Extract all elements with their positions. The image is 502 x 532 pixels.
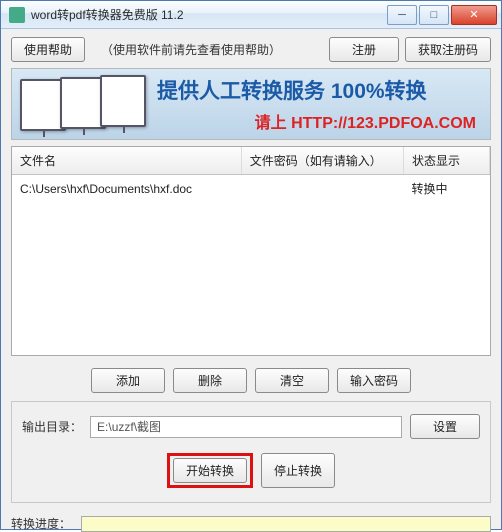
maximize-button[interactable]: □ (419, 5, 449, 25)
banner-graphic (12, 69, 157, 139)
progress-label: 转换进度： (11, 515, 71, 532)
col-header-file[interactable]: 文件名 (12, 147, 241, 175)
app-window: word转pdf转换器免费版 11.2 ─ □ ✕ 使用帮助 （使用软件前请先查… (0, 0, 502, 530)
cell-status: 转换中 (404, 175, 490, 203)
app-icon (9, 7, 25, 23)
input-password-button[interactable]: 输入密码 (337, 368, 411, 393)
output-path-input[interactable] (90, 416, 402, 438)
banner-title: 提供人工转换服务 100%转换 (157, 75, 482, 105)
output-group: 输出目录： 设置 开始转换 停止转换 (11, 401, 491, 503)
top-toolbar: 使用帮助 （使用软件前请先查看使用帮助） 注册 获取注册码 (11, 37, 491, 62)
register-button[interactable]: 注册 (329, 37, 399, 62)
help-button[interactable]: 使用帮助 (11, 37, 85, 62)
delete-button[interactable]: 删除 (173, 368, 247, 393)
start-highlight: 开始转换 (167, 453, 253, 488)
clear-button[interactable]: 清空 (255, 368, 329, 393)
file-table: 文件名 文件密码（如有请输入） 状态显示 C:\Users\hxf\Docume… (12, 147, 490, 202)
stop-button[interactable]: 停止转换 (261, 453, 335, 488)
banner-text: 提供人工转换服务 100%转换 请上 HTTP://123.PDFOA.COM (157, 69, 490, 139)
get-code-button[interactable]: 获取注册码 (405, 37, 491, 62)
whiteboard-icon (100, 75, 146, 127)
start-button[interactable]: 开始转换 (173, 458, 247, 483)
close-button[interactable]: ✕ (451, 5, 497, 25)
titlebar[interactable]: word转pdf转换器免费版 11.2 ─ □ ✕ (1, 1, 501, 29)
cell-file: C:\Users\hxf\Documents\hxf.doc (12, 175, 241, 203)
banner-sub-prefix: 请上 (255, 115, 291, 132)
output-label: 输出目录： (22, 418, 82, 435)
progress-bar (81, 516, 491, 532)
window-controls: ─ □ ✕ (387, 5, 497, 25)
settings-button[interactable]: 设置 (410, 414, 480, 439)
col-header-status[interactable]: 状态显示 (404, 147, 490, 175)
add-button[interactable]: 添加 (91, 368, 165, 393)
banner-url[interactable]: HTTP://123.PDFOA.COM (291, 115, 476, 132)
table-row[interactable]: C:\Users\hxf\Documents\hxf.doc 转换中 (12, 175, 490, 203)
cell-password (241, 175, 403, 203)
col-header-password[interactable]: 文件密码（如有请输入） (241, 147, 403, 175)
output-row: 输出目录： 设置 (22, 414, 480, 439)
progress-row: 转换进度： (11, 515, 491, 532)
file-table-container: 文件名 文件密码（如有请输入） 状态显示 C:\Users\hxf\Docume… (11, 146, 491, 356)
usage-hint: （使用软件前请先查看使用帮助） (91, 41, 323, 58)
promo-banner: 提供人工转换服务 100%转换 请上 HTTP://123.PDFOA.COM (11, 68, 491, 140)
minimize-button[interactable]: ─ (387, 5, 417, 25)
file-actions: 添加 删除 清空 输入密码 (11, 368, 491, 393)
window-title: word转pdf转换器免费版 11.2 (31, 6, 387, 23)
convert-actions: 开始转换 停止转换 (22, 453, 480, 488)
banner-subtitle: 请上 HTTP://123.PDFOA.COM (157, 109, 482, 133)
client-area: 使用帮助 （使用软件前请先查看使用帮助） 注册 获取注册码 提供人工转换服务 1… (1, 29, 501, 529)
